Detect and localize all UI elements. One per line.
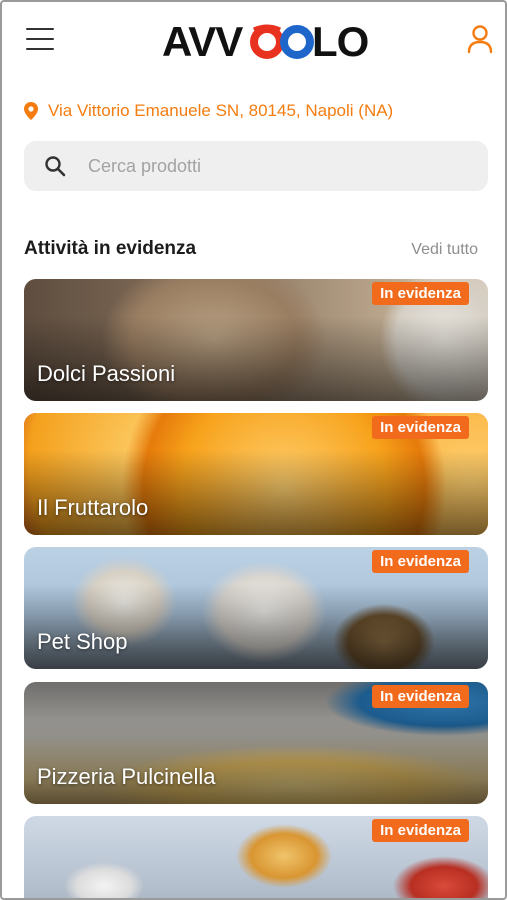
featured-badge: In evidenza xyxy=(372,819,469,842)
app-screen: AVV LO Via Vittorio Emanuele SN, 80145, … xyxy=(0,0,507,900)
app-header: AVV LO xyxy=(2,2,505,80)
svg-text:LO: LO xyxy=(312,18,368,64)
featured-badge: In evidenza xyxy=(372,416,469,439)
featured-badge: In evidenza xyxy=(372,685,469,708)
card-title: Il Fruttarolo xyxy=(37,495,149,520)
featured-badge: In evidenza xyxy=(372,282,469,305)
search-icon xyxy=(45,156,66,177)
featured-card-dolci-passioni[interactable]: In evidenza Dolci Passioni xyxy=(24,279,488,401)
location-pin-icon xyxy=(24,102,38,120)
featured-card-pet-shop[interactable]: In evidenza Pet Shop xyxy=(24,547,488,669)
hamburger-menu-icon[interactable] xyxy=(26,28,54,52)
card-title: Pizzeria Pulcinella xyxy=(37,764,216,789)
featured-card-pizzeria-pulcinella[interactable]: In evidenza Pizzeria Pulcinella xyxy=(24,682,488,804)
delivery-address[interactable]: Via Vittorio Emanuele SN, 80145, Napoli … xyxy=(24,98,393,124)
search-bar[interactable] xyxy=(24,141,488,191)
featured-badge: In evidenza xyxy=(372,550,469,573)
search-input[interactable] xyxy=(88,155,448,177)
svg-text:AVV: AVV xyxy=(162,18,243,64)
card-title: Pet Shop xyxy=(37,629,128,654)
app-logo[interactable]: AVV LO xyxy=(162,16,372,64)
card-title: Dolci Passioni xyxy=(37,361,176,386)
see-all-link[interactable]: Vedi tutto xyxy=(411,241,478,259)
featured-card-pharmacy[interactable]: In evidenza xyxy=(24,816,488,898)
address-text: Via Vittorio Emanuele SN, 80145, Napoli … xyxy=(48,101,394,120)
featured-card-il-fruttarolo[interactable]: In evidenza Il Fruttarolo xyxy=(24,413,488,535)
section-title: Attività in evidenza xyxy=(24,238,197,259)
user-icon[interactable] xyxy=(466,24,494,54)
